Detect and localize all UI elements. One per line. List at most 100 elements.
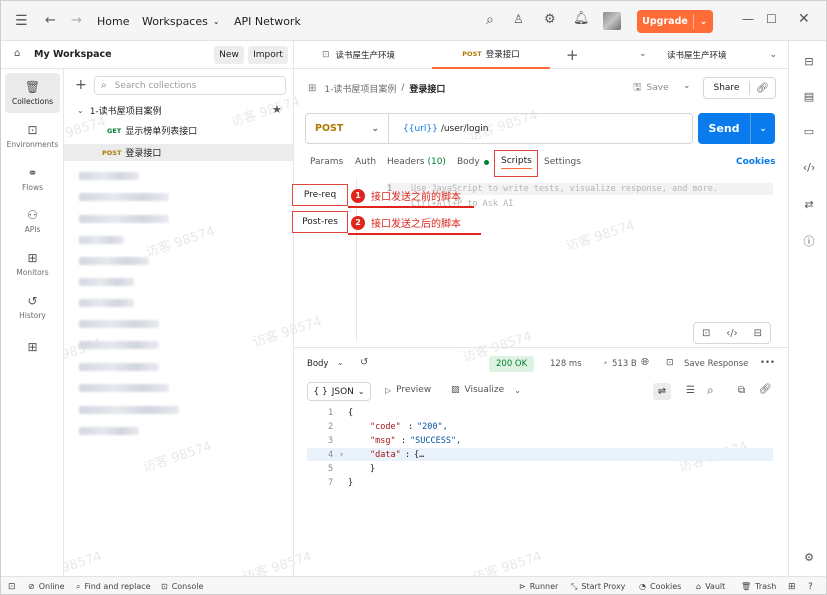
chevron-down-icon[interactable]: ⌄ — [751, 124, 775, 134]
rail-monitors[interactable]: ⊞ Monitors — [5, 244, 60, 284]
trash-button[interactable]: 🗑︎ Trash — [741, 577, 776, 594]
visualize-button[interactable]: ▨ Visualize ⌄ — [451, 385, 521, 395]
online-status[interactable]: ⊘ Online — [28, 577, 65, 594]
star-icon[interactable]: ★ — [272, 103, 282, 116]
globe-icon[interactable]: 🌐︎ — [641, 357, 649, 368]
search-input[interactable]: ⌕ Search collections — [94, 76, 286, 95]
rail-collections[interactable]: 🗑︎ Collections — [5, 73, 60, 113]
minimize-icon[interactable]: — — [742, 12, 754, 26]
post-response-tab[interactable]: Post-res — [292, 211, 348, 233]
new-button[interactable]: New — [214, 46, 244, 64]
chevron-down-icon[interactable]: ⌄ — [337, 358, 344, 367]
chevron-down-icon[interactable]: ⌄ — [639, 49, 647, 59]
tab-params[interactable]: Params — [310, 151, 343, 173]
comments-icon[interactable]: ▭ — [801, 123, 817, 139]
code-icon[interactable]: ‹/› — [726, 328, 737, 339]
cookies-link[interactable]: Cookies — [736, 151, 776, 173]
search-icon[interactable]: ⌕ — [707, 383, 714, 398]
link-icon[interactable]: 🔗︎ — [750, 83, 775, 94]
related-icon[interactable]: ⇄ — [801, 196, 817, 212]
copy-icon[interactable]: ⧉ — [738, 385, 745, 396]
share-button[interactable]: Share 🔗︎ — [703, 77, 776, 99]
wrap-icon[interactable]: ⇌ — [653, 383, 671, 400]
cookies-button[interactable]: ◔ Cookies — [639, 577, 681, 594]
home-link[interactable]: Home — [97, 1, 129, 41]
gear-icon[interactable]: ⚙ — [544, 12, 556, 27]
back-arrow-icon[interactable]: ← — [45, 13, 56, 28]
format-icon[interactable]: ⊟ — [754, 328, 762, 339]
pre-request-tab[interactable]: Pre-req — [292, 184, 348, 206]
start-proxy-button[interactable]: ⤡ Start Proxy — [571, 577, 625, 594]
add-collection-icon[interactable]: + — [75, 77, 87, 93]
save-button[interactable]: 🖫︎ Save — [633, 80, 669, 96]
link-icon[interactable]: 🔗︎ — [759, 384, 772, 395]
tab-headers[interactable]: Headers (10) — [387, 151, 446, 173]
maximize-icon[interactable]: ☐ — [766, 12, 777, 26]
environment-selector[interactable]: 读书屋生产环境 ⌄ — [667, 41, 777, 69]
status-badge[interactable]: 200 OK — [489, 356, 535, 372]
import-button[interactable]: Import — [248, 46, 288, 64]
forward-arrow-icon[interactable]: → — [71, 13, 82, 28]
blurred-collection — [79, 384, 169, 392]
workspaces-menu[interactable]: Workspaces ⌄ — [142, 1, 220, 41]
runner-button[interactable]: ⊳ Runner — [519, 577, 558, 594]
breadcrumb-request[interactable]: 登录接口 — [409, 82, 445, 95]
menu-icon[interactable]: ☰ — [15, 13, 28, 29]
rail-flows[interactable]: ⚭ Flows — [5, 159, 60, 199]
list-item[interactable]: POST 登录接口 — [64, 144, 293, 161]
save-response-button[interactable]: Save Response — [684, 359, 748, 369]
line-number: 5 — [328, 464, 334, 474]
rail-history[interactable]: ↺ History — [5, 287, 60, 327]
tab-environment[interactable]: ⊡ 读书屋生产环境 — [322, 41, 395, 69]
api-docs-icon[interactable]: ⊟ — [801, 53, 817, 69]
search-icon[interactable]: ⌕ — [486, 12, 494, 28]
bell-icon[interactable]: 🔔︎ — [573, 11, 590, 26]
snippets-icon[interactable]: ⊡ — [702, 328, 710, 339]
more-icon[interactable]: ••• — [760, 358, 775, 368]
format-select[interactable]: { } JSON ⌄ — [307, 382, 371, 401]
chevron-down-icon[interactable]: ⌄ — [683, 81, 691, 91]
rail-apis[interactable]: ⚇ APIs — [5, 201, 60, 241]
find-replace-button[interactable]: ⌕ Find and replace — [76, 577, 151, 594]
tab-body[interactable]: Body — [457, 151, 489, 173]
toggle-sidebar-icon[interactable]: ⊡ — [8, 577, 16, 594]
new-tab-icon[interactable]: + — [566, 46, 579, 64]
collection-root[interactable]: ⌄ 1-读书屋项目案例 ★ — [64, 102, 293, 119]
response-size[interactable]: 513 B — [612, 359, 637, 369]
api-network-link[interactable]: API Network — [234, 1, 301, 41]
monitor-icon: ⊞ — [27, 251, 38, 265]
tab-login[interactable]: POST 登录接口 — [432, 41, 550, 69]
rail-environments[interactable]: ⊡ Environments — [5, 116, 60, 156]
send-button[interactable]: Send ⌄ — [698, 113, 775, 144]
close-icon[interactable]: ✕ — [798, 11, 810, 27]
rail-add[interactable]: ⊞ — [5, 334, 60, 362]
tab-label: Headers — [387, 157, 425, 167]
method-select[interactable]: POST ⌄ — [306, 114, 389, 143]
avatar[interactable] — [603, 12, 621, 30]
url-input[interactable]: {{url}} /user/login — [389, 124, 488, 134]
documentation-icon[interactable]: ▤ — [801, 88, 817, 104]
layout-icon[interactable]: ⊞ — [788, 577, 796, 594]
help-icon[interactable]: ? — [808, 577, 813, 594]
response-body-label[interactable]: Body — [307, 359, 328, 369]
response-time[interactable]: 128 ms — [550, 359, 582, 369]
tab-settings[interactable]: Settings — [544, 151, 581, 173]
blurred-collection — [79, 363, 159, 371]
settings-cog-icon[interactable]: ⚙ — [801, 549, 817, 565]
chevron-right-icon[interactable]: › — [339, 450, 344, 460]
breadcrumb-collection[interactable]: 1-读书屋项目案例 — [324, 82, 396, 95]
upgrade-button[interactable]: Upgrade ⌄ — [637, 10, 713, 33]
workspace-name[interactable]: My Workspace — [34, 49, 112, 60]
info-icon[interactable]: ⓘ — [801, 233, 817, 249]
console-button[interactable]: ⊡ Console — [161, 577, 203, 594]
preview-button[interactable]: ▷ Preview — [385, 385, 431, 395]
code-icon[interactable]: ‹/› — [801, 159, 817, 175]
breadcrumb-separator: / — [401, 83, 405, 93]
vault-button[interactable]: ⌂ Vault — [696, 577, 725, 594]
list-item[interactable]: GET 显示榜单列表接口 — [64, 122, 293, 139]
history-icon[interactable]: ↺ — [360, 357, 368, 368]
chevron-down-icon[interactable]: ⌄ — [694, 16, 713, 27]
add-user-icon[interactable]: ♙ — [513, 12, 524, 26]
filter-icon[interactable]: ☰ — [686, 385, 695, 396]
tab-auth[interactable]: Auth — [355, 151, 376, 173]
